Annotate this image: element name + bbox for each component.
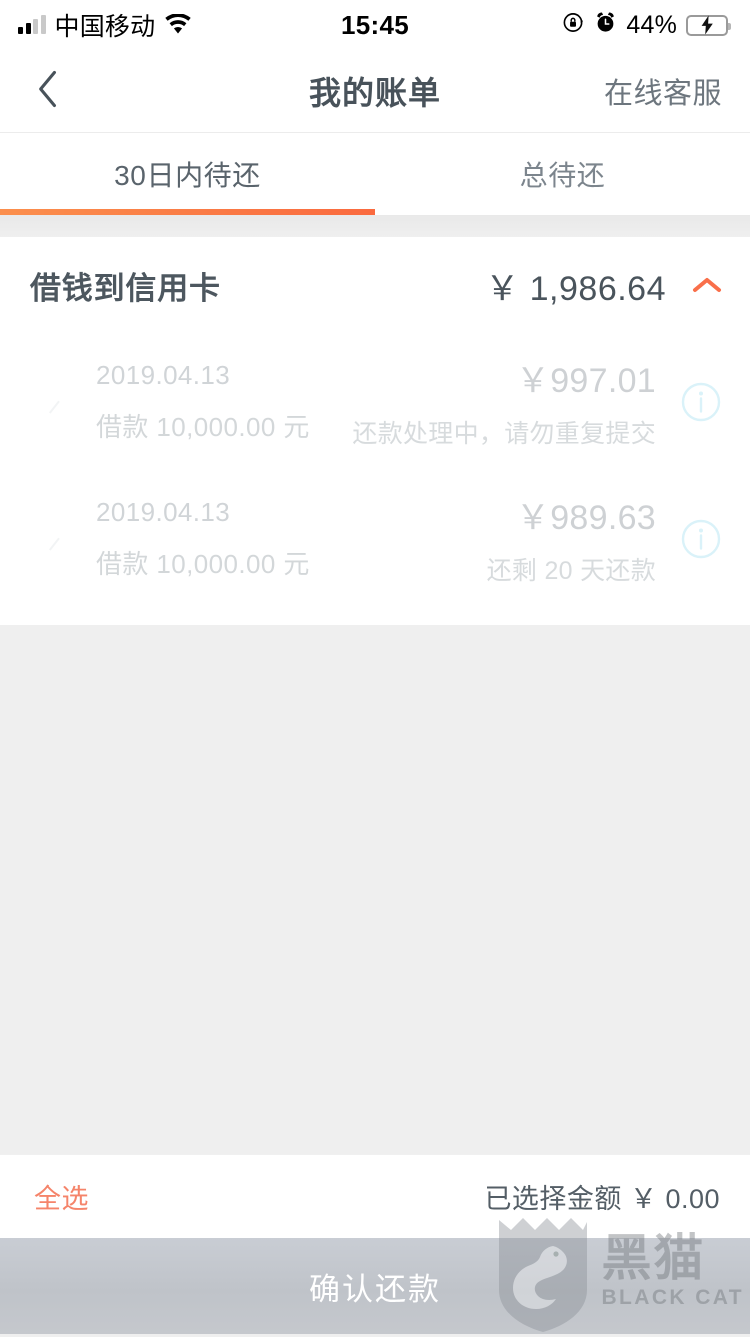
status-bar-clock: 15:45	[341, 9, 409, 40]
selection-bar: 全选 已选择金额 ￥ 0.00	[0, 1154, 750, 1238]
bill-row-right: ￥989.63 还剩 20 天还款	[487, 490, 656, 587]
bill-row-right: ￥997.01 还款处理中，请勿重复提交	[352, 353, 656, 450]
select-all-button[interactable]: 全选	[34, 1177, 89, 1216]
back-button[interactable]	[0, 50, 96, 132]
carrier-name: 中国移动	[54, 13, 156, 41]
bill-row-left: 2019.04.13 借款 10,000.00 元	[96, 497, 487, 581]
empty-area	[0, 625, 750, 1155]
chevron-up-icon[interactable]	[690, 273, 724, 297]
rotation-lock-icon	[562, 11, 585, 39]
bill-row-status: 还剩 20 天还款	[486, 557, 656, 585]
checkbox-icon[interactable]	[28, 516, 74, 562]
info-circle-icon[interactable]	[678, 516, 724, 562]
status-bar-right: 44%	[562, 10, 731, 40]
bill-row[interactable]: 2019.04.13 借款 10,000.00 元 ￥989.63 还剩 20 …	[0, 470, 750, 607]
bill-row-status: 还款处理中，请勿重复提交	[352, 420, 656, 448]
status-bar: 中国移动 15:45 44%	[0, 0, 750, 50]
confirm-repayment-label: 确认还款	[309, 1271, 441, 1307]
selected-amount-label: 已选择金额 ￥ 0.00	[484, 1184, 720, 1214]
wifi-icon	[164, 13, 192, 36]
tab-bar-shadow	[0, 215, 750, 237]
status-bar-left: 中国移动	[18, 7, 192, 43]
battery-percent: 44%	[626, 10, 677, 39]
bill-row[interactable]: 2019.04.13 借款 10,000.00 元 ￥997.01 还款处理中，…	[0, 333, 750, 470]
bill-row-date: 2019.04.13	[96, 496, 231, 527]
chevron-left-icon	[37, 70, 59, 113]
bill-card-amount: ￥ 1,986.64	[485, 269, 666, 308]
tab-active-indicator	[0, 209, 375, 215]
bill-card: 借钱到信用卡 ￥ 1,986.64 2019.04.13 借款 10,000.0…	[0, 237, 750, 625]
tab-due-within-30-days[interactable]: 30日内待还	[0, 133, 375, 215]
bill-row-date: 2019.04.13	[96, 359, 231, 390]
info-circle-icon[interactable]	[678, 379, 724, 425]
tab-bar: 30日内待还 总待还	[0, 133, 750, 215]
checkbox-icon[interactable]	[28, 379, 74, 425]
nav-bar: 我的账单 在线客服	[0, 50, 750, 133]
bill-row-principal: 借款 10,000.00 元	[96, 411, 310, 442]
bill-row-principal: 借款 10,000.00 元	[96, 548, 310, 579]
alarm-clock-icon	[594, 11, 617, 39]
signal-bars-icon	[18, 15, 46, 34]
online-support-button[interactable]: 在线客服	[604, 70, 722, 112]
battery-charging-icon	[686, 14, 731, 36]
bill-card-title: 借钱到信用卡	[30, 270, 221, 306]
tab-total-due[interactable]: 总待还	[375, 133, 750, 215]
confirm-repayment-button[interactable]: 确认还款	[0, 1238, 750, 1334]
bill-row-amount: ￥989.63	[515, 499, 656, 537]
bill-row-amount: ￥997.01	[515, 362, 656, 400]
bill-row-left: 2019.04.13 借款 10,000.00 元	[96, 360, 352, 444]
bottom-bar: 全选 已选择金额 ￥ 0.00 确认还款 黑猫 BLACK CAT	[0, 1154, 750, 1334]
bill-card-header[interactable]: 借钱到信用卡 ￥ 1,986.64	[0, 237, 750, 333]
